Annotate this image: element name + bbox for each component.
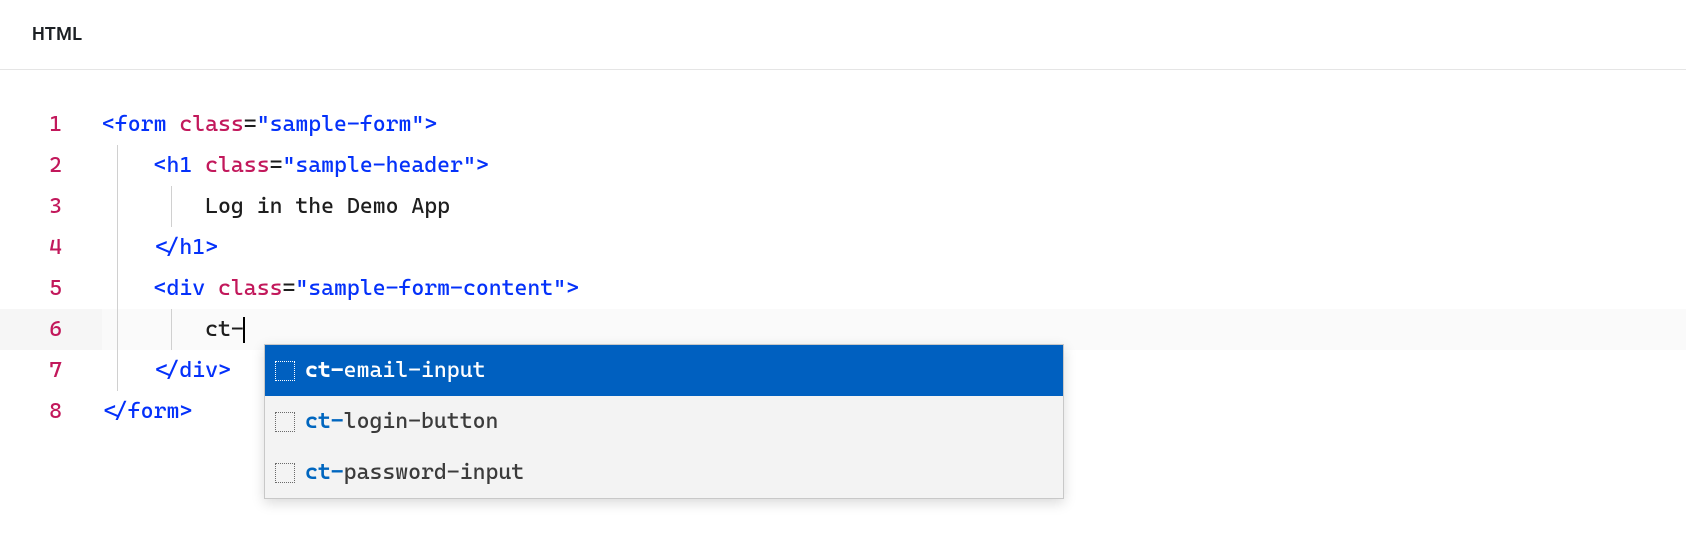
autocomplete-label: ct-login-button: [305, 409, 498, 434]
code-line[interactable]: <h1 class="sample-header">: [102, 145, 1686, 186]
line-number: 5: [0, 268, 62, 309]
tab-bar: HTML: [0, 0, 1686, 70]
autocomplete-item[interactable]: ct-login-button: [265, 396, 1063, 447]
code-line[interactable]: Log in the Demo App: [102, 186, 1686, 227]
autocomplete-item[interactable]: ct-password-input: [265, 447, 1063, 498]
line-number: 1: [0, 104, 62, 145]
line-number: 2: [0, 145, 62, 186]
line-number: 7: [0, 350, 62, 391]
code-line[interactable]: </h1>: [102, 227, 1686, 268]
code-line[interactable]: <form class="sample-form">: [102, 104, 1686, 145]
snippet-icon: [275, 361, 295, 381]
code-area[interactable]: <form class="sample-form"> <h1 class="sa…: [102, 104, 1686, 432]
text-cursor: [243, 317, 245, 343]
indent-guide: [171, 186, 172, 227]
autocomplete-label: ct-password-input: [305, 460, 524, 485]
tab-html[interactable]: HTML: [32, 24, 82, 45]
indent-guide: [171, 309, 172, 350]
line-number: 3: [0, 186, 62, 227]
line-number: 8: [0, 391, 62, 432]
line-number: 6: [0, 309, 62, 350]
code-editor[interactable]: 12345678 <form class="sample-form"> <h1 …: [0, 70, 1686, 432]
snippet-icon: [275, 463, 295, 483]
line-number-gutter: 12345678: [0, 104, 102, 432]
autocomplete-item[interactable]: ct-email-input: [265, 345, 1063, 396]
autocomplete-label: ct-email-input: [305, 358, 485, 383]
snippet-icon: [275, 412, 295, 432]
line-number: 4: [0, 227, 62, 268]
code-line[interactable]: <div class="sample-form-content">: [102, 268, 1686, 309]
autocomplete-popup[interactable]: ct-email-input ct-login-button ct-password…: [264, 344, 1064, 499]
indent-guide: [117, 145, 118, 391]
